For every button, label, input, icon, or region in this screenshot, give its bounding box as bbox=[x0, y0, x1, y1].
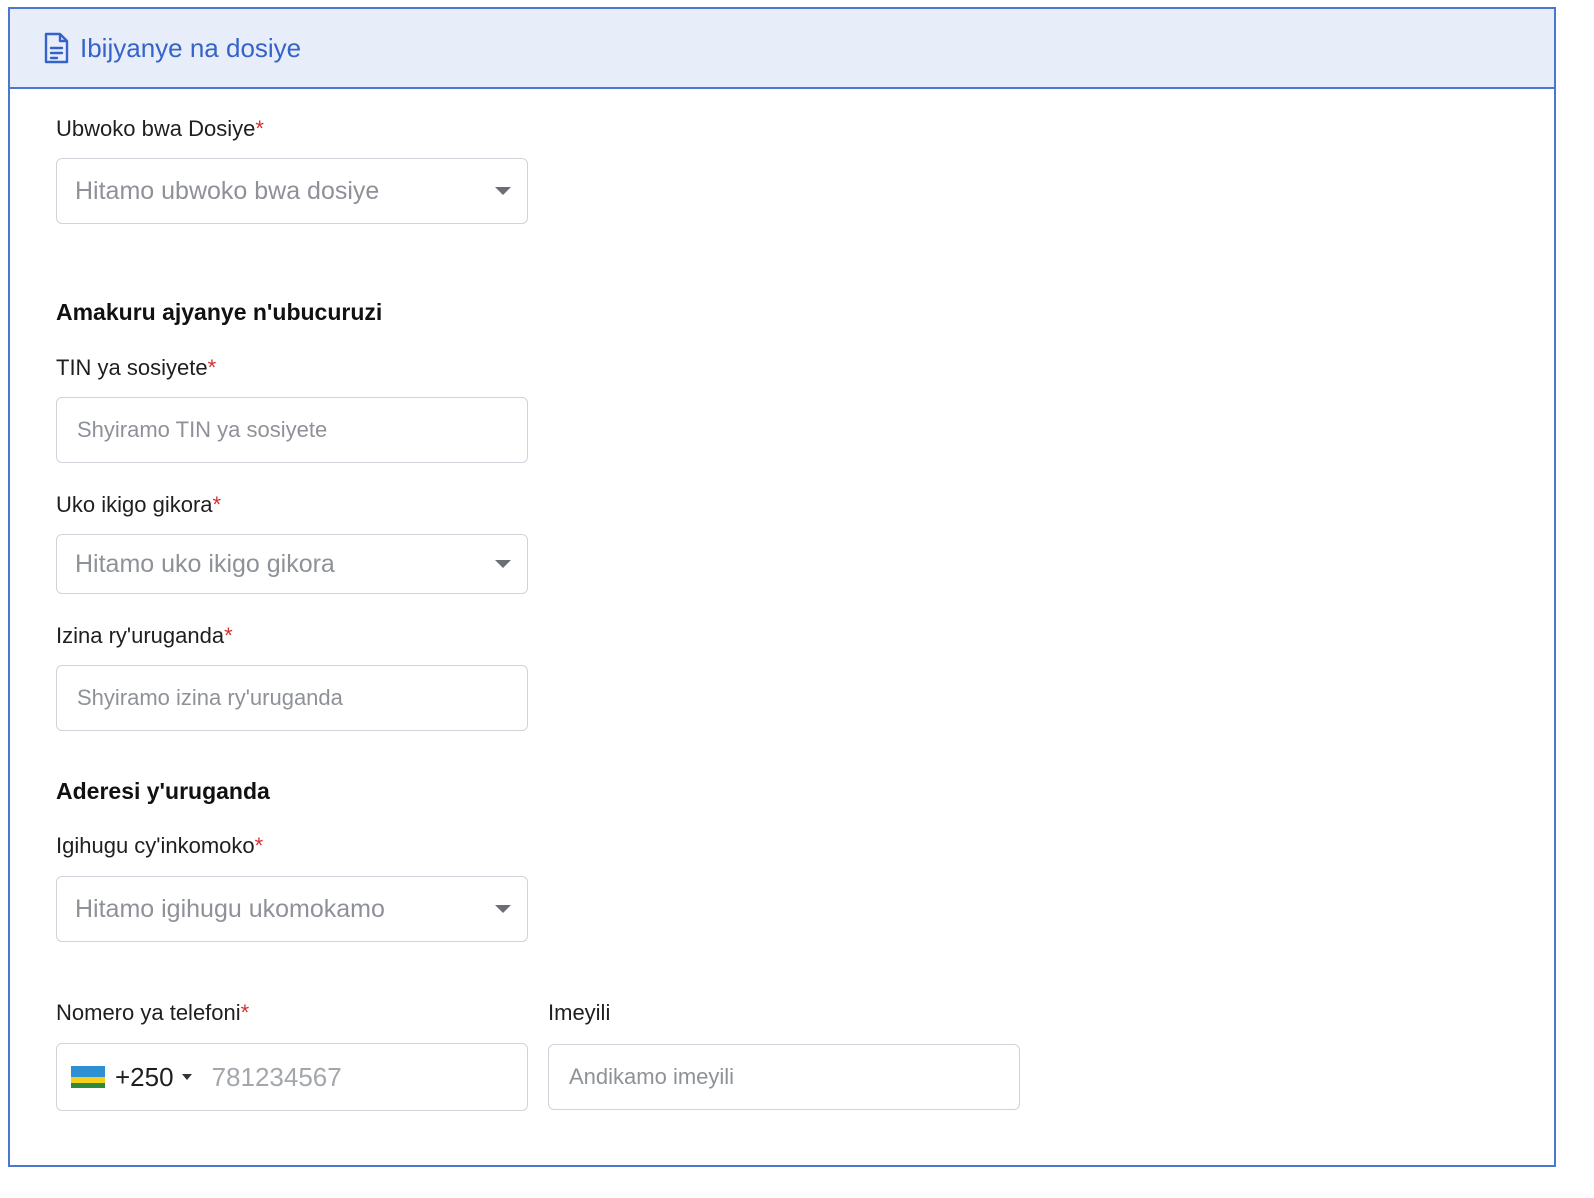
email-label-text: Imeyili bbox=[548, 1000, 611, 1025]
phone-placeholder: 781234567 bbox=[211, 1061, 342, 1092]
country-placeholder: Hitamo igihugu ukomokamo bbox=[75, 894, 385, 923]
business-section-title: Amakuru ajyanye n'ubucuruzi bbox=[56, 299, 383, 325]
chevron-down-icon bbox=[495, 187, 511, 195]
file-type-placeholder: Hitamo ubwoko bwa dosiye bbox=[75, 176, 380, 205]
file-type-label-text: Ubwoko bwa Dosiye bbox=[56, 116, 256, 141]
email-label: Imeyili bbox=[548, 1000, 610, 1026]
document-icon bbox=[42, 32, 70, 64]
factory-name-label: Izina ry'uruganda* bbox=[56, 623, 233, 649]
location-placeholder: Hitamo uko ikigo gikora bbox=[75, 549, 335, 578]
country-code[interactable]: +250 bbox=[115, 1062, 174, 1093]
panel-title: Ibijyanye na dosiye bbox=[80, 32, 302, 63]
tin-label: TIN ya sosiyete* bbox=[56, 355, 216, 381]
factory-name-input[interactable] bbox=[77, 685, 527, 711]
rwanda-flag-icon bbox=[71, 1066, 105, 1088]
phone-label: Nomero ya telefoni* bbox=[56, 1000, 249, 1026]
tin-field bbox=[56, 397, 528, 463]
panel-header: Ibijyanye na dosiye bbox=[10, 9, 1554, 89]
required-mark: * bbox=[254, 833, 264, 858]
phone-label-text: Nomero ya telefoni bbox=[56, 1000, 241, 1025]
required-mark: * bbox=[240, 1000, 250, 1025]
file-type-select[interactable]: Hitamo ubwoko bwa dosiye bbox=[56, 158, 528, 224]
location-label: Uko ikigo gikora* bbox=[56, 492, 221, 518]
required-mark: * bbox=[207, 355, 217, 380]
factory-name-field bbox=[56, 665, 528, 731]
caret-down-icon[interactable] bbox=[181, 1074, 192, 1080]
tin-input[interactable] bbox=[77, 417, 527, 443]
email-input[interactable] bbox=[569, 1064, 1019, 1090]
country-label: Igihugu cy'inkomoko* bbox=[56, 833, 263, 859]
location-select[interactable]: Hitamo uko ikigo gikora bbox=[56, 534, 528, 594]
file-details-panel: Ibijyanye na dosiye Ubwoko bwa Dosiye* H… bbox=[8, 7, 1556, 1167]
tin-label-text: TIN ya sosiyete bbox=[56, 355, 208, 380]
required-mark: * bbox=[255, 116, 264, 141]
required-mark: * bbox=[212, 492, 222, 517]
phone-field[interactable]: +250 781234567 bbox=[56, 1043, 528, 1111]
file-type-label: Ubwoko bwa Dosiye* bbox=[56, 116, 264, 142]
factory-name-label-text: Izina ry'uruganda bbox=[56, 623, 225, 648]
chevron-down-icon bbox=[495, 905, 511, 913]
chevron-down-icon bbox=[495, 560, 511, 568]
country-select[interactable]: Hitamo igihugu ukomokamo bbox=[56, 876, 528, 942]
country-label-text: Igihugu cy'inkomoko bbox=[56, 833, 255, 858]
required-mark: * bbox=[224, 623, 233, 648]
email-field bbox=[548, 1044, 1020, 1110]
address-section-title: Aderesi y'uruganda bbox=[56, 778, 270, 804]
location-label-text: Uko ikigo gikora bbox=[56, 492, 213, 517]
